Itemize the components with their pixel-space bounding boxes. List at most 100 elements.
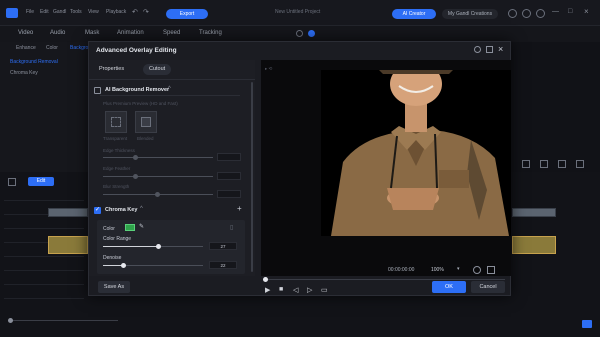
key-color-swatch[interactable] (125, 224, 135, 231)
tab-video[interactable]: Video (18, 30, 33, 36)
chroma-key-section: ✓ Chroma Key ^ + (94, 204, 244, 217)
edit-button[interactable]: Edit (28, 177, 54, 186)
lp-item-chroma-key[interactable]: Chroma Key (10, 70, 38, 76)
tab-mask[interactable]: Mask (85, 30, 99, 36)
chevron-down-icon[interactable]: ▾ (457, 266, 460, 272)
screenshot-icon[interactable] (487, 266, 495, 274)
preview-stage (321, 70, 511, 236)
snapshot-icon[interactable] (558, 160, 566, 168)
timeline-plus-icon[interactable] (8, 178, 16, 186)
overlay-clip[interactable] (512, 236, 556, 254)
app-menubar: File Edit Gandl Tools View Playback ↶ ↷ … (0, 0, 600, 26)
lp-tab-color[interactable]: Color (46, 45, 58, 51)
ai-creator-button[interactable]: AI Creator (392, 9, 436, 19)
person-image (331, 70, 509, 236)
edge-thickness-label: Edge Thickness (103, 148, 135, 153)
ok-button[interactable]: OK (432, 281, 466, 293)
blur-strength-knob (155, 192, 160, 197)
blended-option-thumb[interactable] (135, 111, 157, 133)
ai-bg-remover-checkbox[interactable] (94, 87, 101, 94)
zoom-slider-knob[interactable] (8, 318, 13, 323)
tab-speed[interactable]: Speed (163, 30, 180, 36)
undo-icon[interactable]: ↶ (132, 8, 138, 16)
menu-file[interactable]: File (26, 9, 34, 15)
eyedropper-icon[interactable]: ✎ (139, 223, 144, 230)
overlay-clip[interactable] (48, 236, 88, 254)
export-button[interactable]: Export (166, 9, 208, 19)
transparent-option-thumb[interactable] (105, 111, 127, 133)
maximize-icon[interactable]: □ (568, 8, 572, 15)
subtab-properties[interactable]: Properties (93, 64, 130, 75)
help-icon[interactable] (474, 46, 481, 53)
track-line (4, 298, 84, 299)
property-tabbar: Video Audio Mask Animation Speed Trackin… (0, 26, 600, 42)
zoom-slider[interactable] (8, 320, 118, 321)
toggle-icon[interactable] (308, 30, 315, 37)
edge-feather-knob (133, 174, 138, 179)
expand-icon[interactable] (576, 160, 584, 168)
fullscreen-icon[interactable] (582, 320, 592, 328)
notification-icon[interactable] (522, 9, 531, 18)
denoise-knob[interactable] (121, 263, 126, 268)
tab-animation[interactable]: Animation (117, 30, 144, 36)
tab-tracking[interactable]: Tracking (199, 30, 222, 36)
add-icon[interactable]: + (237, 204, 242, 213)
menu-tools[interactable]: Tools (70, 9, 82, 15)
ai-bg-hint: Plus Premium Preview (HD and Fast) (103, 101, 178, 106)
edge-feather-label: Edge Feather (103, 166, 131, 171)
menu-gandl[interactable]: Gandl (53, 9, 66, 15)
menu-playback[interactable]: Playback (106, 9, 126, 15)
ai-bg-remover-label: AI Background Remover (105, 87, 170, 93)
chevron-up-icon[interactable]: ^ (140, 206, 143, 212)
zoom-select[interactable]: 100% (431, 267, 444, 273)
chroma-key-label: Chroma Key (105, 207, 138, 213)
color-range-knob[interactable] (156, 244, 161, 249)
timecode-display: 00:00:00:00 (388, 267, 415, 273)
video-clip[interactable] (48, 208, 88, 217)
menu-view[interactable]: View (88, 9, 99, 15)
compare-icon[interactable] (522, 160, 530, 168)
left-property-panel: Enhance Color Background Background Remo… (0, 42, 97, 172)
menu-edit[interactable]: Edit (40, 9, 49, 15)
account-button[interactable]: My Gandl Creations (442, 9, 498, 19)
dialog-footer: Save As OK Cancel (89, 279, 510, 296)
maximize-icon[interactable] (486, 46, 493, 53)
check-icon: ✓ (95, 207, 101, 213)
color-range-value[interactable]: 27 (209, 242, 237, 250)
minimize-icon[interactable]: — (552, 8, 559, 15)
lp-item-bg-removal[interactable]: Background Removal (10, 59, 58, 65)
help-icon[interactable] (508, 9, 517, 18)
close-icon[interactable]: × (498, 44, 503, 54)
section-divider (100, 95, 240, 96)
hide-icon[interactable] (473, 266, 481, 274)
checker-icon (111, 117, 121, 127)
panel-scrollbar[interactable] (251, 82, 253, 272)
preview-panel: ▸ ⟲ ▶ ■ ◁ ▷ ▭ (261, 60, 511, 294)
color-range-label: Color Range (103, 236, 132, 242)
color-label: Color (103, 226, 115, 232)
denoise-fill (103, 265, 123, 266)
subtab-cutout[interactable]: Cutout (143, 64, 172, 75)
advanced-overlay-dialog: Advanced Overlay Editing × Properties Cu… (88, 41, 511, 296)
video-clip[interactable] (512, 208, 556, 217)
chevron-up-icon[interactable]: ^ (168, 86, 171, 92)
info-icon[interactable] (296, 30, 303, 37)
cancel-button[interactable]: Cancel (471, 281, 505, 293)
close-app-icon[interactable]: × (584, 7, 589, 16)
crop-icon[interactable] (540, 160, 548, 168)
lp-tab-enhance[interactable]: Enhance (16, 45, 36, 51)
track-line (4, 256, 84, 257)
redo-icon[interactable]: ↷ (143, 8, 149, 16)
denoise-value[interactable]: 22 (209, 261, 237, 269)
track-line (4, 228, 84, 229)
preview-label: ▸ ⟲ (265, 66, 273, 71)
save-as-button[interactable]: Save As (98, 281, 130, 293)
settings-icon[interactable] (536, 9, 545, 18)
chroma-key-checkbox[interactable]: ✓ (94, 207, 101, 214)
track-line (4, 270, 84, 271)
edge-feather-value (217, 172, 241, 180)
edge-thickness-value (217, 153, 241, 161)
tab-audio[interactable]: Audio (50, 30, 65, 36)
trash-icon[interactable]: ▯ (230, 224, 233, 231)
blend-icon (141, 117, 151, 127)
